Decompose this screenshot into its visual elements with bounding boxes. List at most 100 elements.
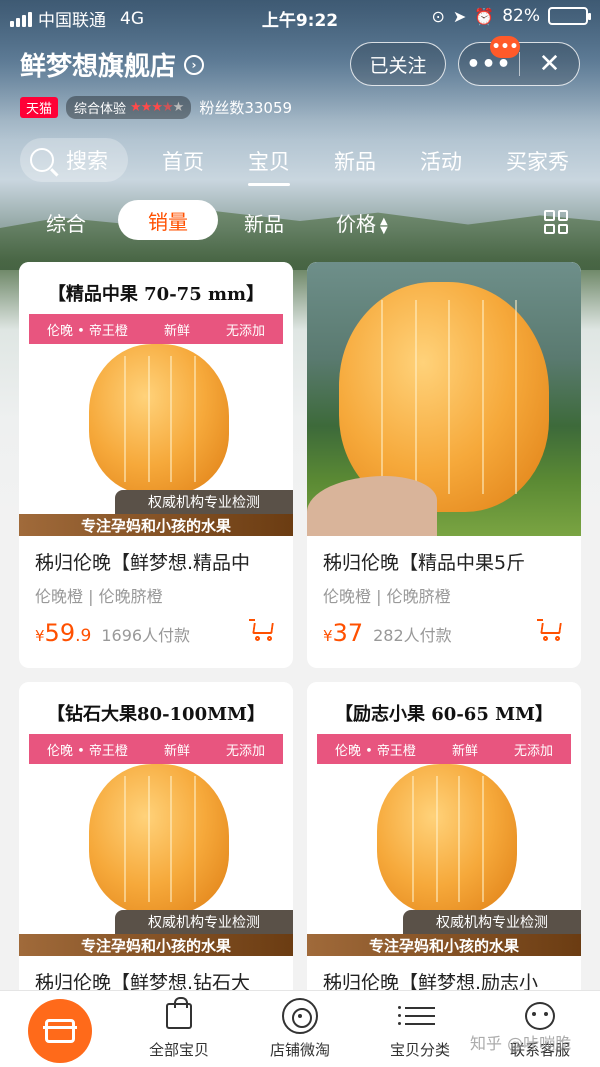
store-name-text: 鲜梦想旗舰店 bbox=[20, 52, 177, 82]
band-text: 伦晚 • 帝王橙 bbox=[47, 323, 128, 339]
audience-band: 专注孕妈和小孩的水果 bbox=[307, 934, 581, 956]
product-price: ¥37 bbox=[323, 619, 363, 647]
experience-rating: 综合体验 ★★★★★ bbox=[66, 96, 192, 119]
audience-band: 专注孕妈和小孩的水果 bbox=[19, 934, 293, 956]
battery-percent: 82% bbox=[502, 6, 540, 26]
audience-band: 专注孕妈和小孩的水果 bbox=[19, 514, 293, 536]
product-title[interactable]: 秭归伦晚【精品中果5斤 bbox=[307, 536, 581, 575]
band-text: 伦晚 • 帝王橙 bbox=[335, 743, 416, 759]
category-list-icon bbox=[398, 1001, 435, 1031]
band-text: 新鲜 bbox=[451, 743, 478, 759]
store-nav: 搜索 首页 宝贝 新品 活动 买家秀 bbox=[0, 138, 600, 186]
store-feed-label: 店铺微淘 bbox=[269, 1041, 330, 1059]
tab-home[interactable]: 首页 bbox=[162, 146, 204, 176]
price-int: 37 bbox=[332, 619, 364, 647]
certification-band: 权威机构专业检测 bbox=[403, 910, 581, 934]
tab-new[interactable]: 新品 bbox=[334, 146, 376, 176]
currency: ¥ bbox=[35, 627, 45, 645]
product-card[interactable]: 秭归伦晚【精品中果5斤 伦晚橙 | 伦晚脐橙 ¥37 282人付款 bbox=[307, 262, 581, 668]
orientation-lock-icon: ⊙ bbox=[431, 6, 445, 26]
promo-title: 【钻石大果80-100MM】 bbox=[47, 704, 265, 725]
all-products-label: 全部宝贝 bbox=[148, 1041, 209, 1059]
orange-image bbox=[89, 344, 229, 494]
orange-image bbox=[377, 764, 517, 914]
close-icon[interactable]: ✕ bbox=[520, 49, 579, 79]
customer-service-icon bbox=[525, 1002, 555, 1030]
search-icon bbox=[30, 148, 54, 172]
product-image[interactable] bbox=[307, 262, 581, 536]
search-button[interactable]: 搜索 bbox=[20, 138, 128, 182]
sort-bar: 综合 销量 新品 价格 ▲ ▼ bbox=[0, 200, 600, 240]
product-card[interactable]: 【钻石大果80-100MM】 伦晚 • 帝王橙 新鲜 无添加 权威机构专业检测 … bbox=[19, 682, 293, 1002]
product-title[interactable]: 秭归伦晚【鲜梦想.精品中 bbox=[19, 536, 293, 575]
store-home-button[interactable] bbox=[28, 999, 92, 1063]
band-text: 无添加 bbox=[513, 743, 553, 759]
categories-button[interactable]: 宝贝分类 bbox=[365, 999, 475, 1060]
orange-image bbox=[89, 764, 229, 914]
product-price: ¥59.9 bbox=[35, 619, 91, 647]
store-meta: 天猫 综合体验 ★★★★★ 粉丝数33059 bbox=[20, 96, 292, 119]
price-row: ¥37 282人付款 bbox=[307, 607, 581, 661]
sales-count: 1696人付款 bbox=[101, 626, 191, 645]
follow-button[interactable]: 已关注 bbox=[350, 42, 446, 86]
band-text: 新鲜 bbox=[163, 323, 190, 339]
promo-title: 【精品中果 70-75 mm】 bbox=[47, 284, 265, 305]
product-tags: 伦晚橙 | 伦晚脐橙 bbox=[323, 587, 451, 606]
band-text: 无添加 bbox=[225, 743, 265, 759]
product-image[interactable]: 【励志小果 60-65 MM】 伦晚 • 帝王橙 新鲜 无添加 权威机构专业检测… bbox=[307, 682, 581, 956]
battery-icon bbox=[548, 7, 591, 25]
location-icon: ➤ bbox=[452, 6, 467, 26]
fans-count: 粉丝数33059 bbox=[199, 99, 293, 117]
all-products-button[interactable]: 全部宝贝 bbox=[124, 997, 234, 1060]
price-dec: .9 bbox=[75, 626, 92, 646]
live-broadcast-icon bbox=[282, 998, 318, 1034]
promo-title: 【励志小果 60-65 MM】 bbox=[335, 704, 553, 725]
sort-price[interactable]: 价格 ▲ ▼ bbox=[336, 208, 388, 237]
band-text: 伦晚 • 帝王橙 bbox=[47, 743, 128, 759]
star-rating-icon: ★★★★★ bbox=[130, 100, 184, 115]
store-home-icon bbox=[43, 1019, 77, 1043]
sales-count: 282人付款 bbox=[373, 626, 452, 645]
promo-band: 伦晚 • 帝王橙 新鲜 无添加 bbox=[317, 734, 571, 764]
price-row: ¥59.9 1696人付款 bbox=[19, 607, 293, 661]
product-card[interactable]: 【精品中果 70-75 mm】 伦晚 • 帝王橙 新鲜 无添加 权威机构专业检测… bbox=[19, 262, 293, 668]
tmall-badge: 天猫 bbox=[20, 97, 59, 118]
product-image[interactable]: 【钻石大果80-100MM】 伦晚 • 帝王橙 新鲜 无添加 权威机构专业检测 … bbox=[19, 682, 293, 956]
store-title[interactable]: 鲜梦想旗舰店 › bbox=[20, 46, 205, 83]
sort-sales[interactable]: 销量 bbox=[118, 200, 218, 240]
currency: ¥ bbox=[323, 627, 333, 645]
product-tags: 伦晚橙 | 伦晚脐橙 bbox=[35, 587, 163, 606]
hand-image bbox=[307, 476, 437, 536]
certification-band: 权威机构专业检测 bbox=[115, 910, 293, 934]
certification-band: 权威机构专业检测 bbox=[115, 490, 293, 514]
notification-badge[interactable]: ••• bbox=[490, 36, 520, 58]
add-to-cart-icon[interactable] bbox=[537, 619, 563, 641]
sort-arrows-icon: ▲ ▼ bbox=[380, 215, 388, 236]
tab-products[interactable]: 宝贝 bbox=[248, 146, 290, 186]
band-text: 无添加 bbox=[225, 323, 265, 339]
tab-buyer-show[interactable]: 买家秀 bbox=[506, 146, 569, 176]
shopping-bag-icon bbox=[166, 997, 192, 1029]
promo-band: 伦晚 • 帝王橙 新鲜 无添加 bbox=[29, 314, 283, 344]
alarm-icon: ⏰ bbox=[474, 6, 495, 26]
chevron-right-icon: › bbox=[184, 54, 205, 75]
sort-price-label: 价格 bbox=[336, 212, 376, 236]
store-feed-button[interactable]: 店铺微淘 bbox=[245, 998, 355, 1060]
categories-label: 宝贝分类 bbox=[389, 1041, 450, 1059]
band-text: 新鲜 bbox=[163, 743, 190, 759]
grid-view-icon[interactable] bbox=[544, 210, 568, 234]
sort-new[interactable]: 新品 bbox=[244, 208, 284, 237]
product-photo bbox=[307, 262, 581, 536]
experience-label: 综合体验 bbox=[74, 102, 127, 117]
promo-band: 伦晚 • 帝王橙 新鲜 无添加 bbox=[29, 734, 283, 764]
watermark: 知乎 @咔嘣脆 bbox=[470, 1034, 572, 1053]
price-int: 59 bbox=[44, 619, 76, 647]
product-card[interactable]: 【励志小果 60-65 MM】 伦晚 • 帝王橙 新鲜 无添加 权威机构专业检测… bbox=[307, 682, 581, 1002]
sort-overall[interactable]: 综合 bbox=[46, 208, 86, 237]
search-label: 搜索 bbox=[66, 149, 108, 173]
tab-events[interactable]: 活动 bbox=[420, 146, 462, 176]
status-bar: 中国联通 4G 上午9:22 ⊙ ➤ ⏰ 82% bbox=[0, 0, 600, 34]
add-to-cart-icon[interactable] bbox=[249, 619, 275, 641]
product-image[interactable]: 【精品中果 70-75 mm】 伦晚 • 帝王橙 新鲜 无添加 权威机构专业检测… bbox=[19, 262, 293, 536]
bottom-bar: 全部宝贝 店铺微淘 宝贝分类 联系客服 bbox=[0, 990, 600, 1067]
